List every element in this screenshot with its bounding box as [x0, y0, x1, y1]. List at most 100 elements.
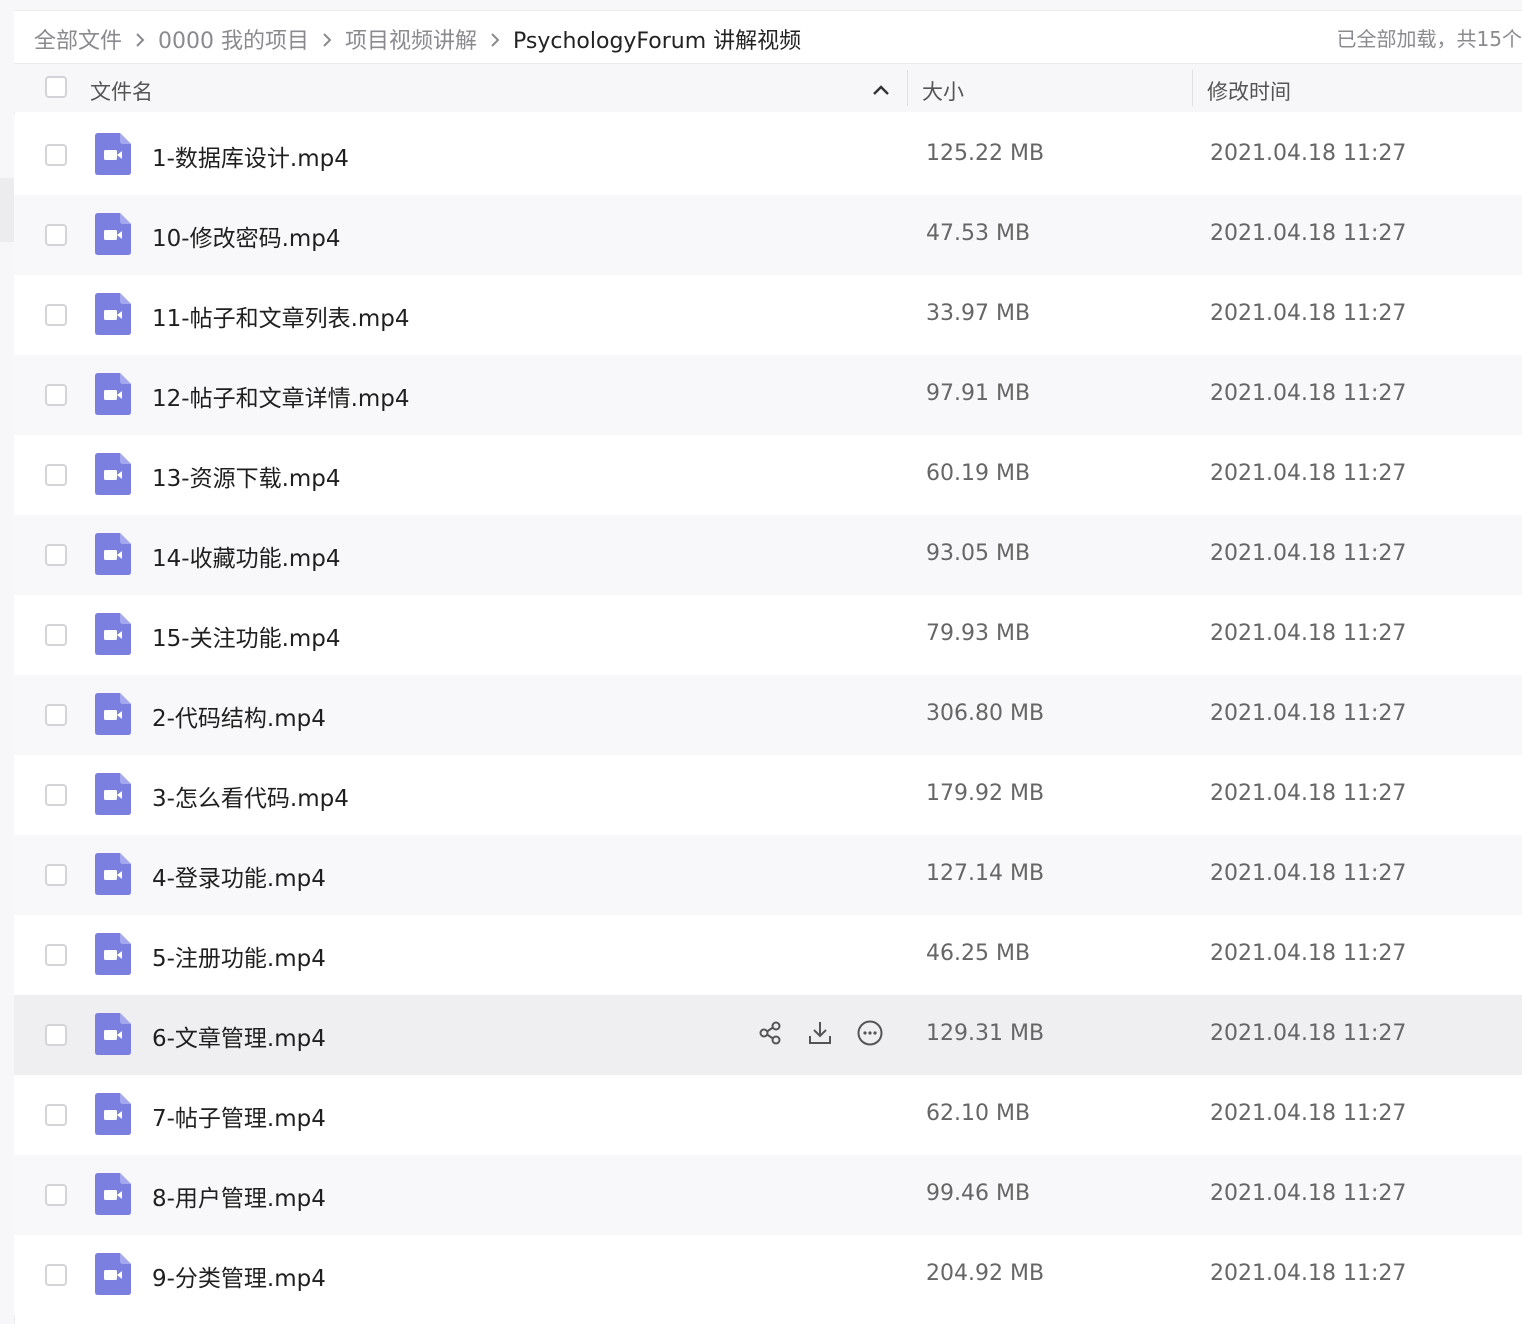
row-checkbox[interactable] [45, 784, 67, 806]
file-name[interactable]: 13-资源下载.mp4 [152, 459, 341, 493]
file-name[interactable]: 7-帖子管理.mp4 [152, 1099, 326, 1133]
column-header-size[interactable]: 大小 [922, 76, 964, 106]
breadcrumb-bar: 全部文件 0000 我的项目 项目视频讲解 PsychologyForum 讲解… [14, 11, 1522, 64]
table-row[interactable]: 11-帖子和文章列表.mp4 33.97 MB 2021.04.18 11:27 [14, 275, 1522, 355]
table-row[interactable]: 6-文章管理.mp4 129.31 MB 2021.04.18 11:27 [14, 995, 1522, 1075]
file-size: 306.80 MB [926, 701, 1045, 726]
row-checkbox[interactable] [45, 944, 67, 966]
row-checkbox[interactable] [45, 1024, 67, 1046]
file-modified-time: 2021.04.18 11:27 [1210, 1261, 1407, 1286]
file-name[interactable]: 3-怎么看代码.mp4 [152, 779, 349, 813]
video-file-icon [95, 933, 131, 975]
chevron-right-icon [122, 27, 158, 52]
download-icon[interactable] [806, 1019, 834, 1047]
file-modified-time: 2021.04.18 11:27 [1210, 941, 1407, 966]
table-row[interactable]: 13-资源下载.mp4 60.19 MB 2021.04.18 11:27 [14, 435, 1522, 515]
share-icon[interactable] [756, 1019, 784, 1047]
column-divider[interactable] [907, 70, 908, 106]
file-name[interactable]: 15-关注功能.mp4 [152, 619, 341, 653]
row-checkbox[interactable] [45, 624, 67, 646]
row-checkbox[interactable] [45, 144, 67, 166]
file-modified-time: 2021.04.18 11:27 [1210, 541, 1407, 566]
file-modified-time: 2021.04.18 11:27 [1210, 141, 1407, 166]
table-row[interactable]: 2-代码结构.mp4 306.80 MB 2021.04.18 11:27 [14, 675, 1522, 755]
table-row[interactable]: 15-关注功能.mp4 79.93 MB 2021.04.18 11:27 [14, 595, 1522, 675]
file-name[interactable]: 8-用户管理.mp4 [152, 1179, 326, 1213]
video-file-icon [95, 773, 131, 815]
video-file-icon [95, 133, 131, 175]
file-name[interactable]: 2-代码结构.mp4 [152, 699, 326, 733]
load-status: 已全部加载，共15个 [1336, 27, 1522, 51]
table-row[interactable]: 4-登录功能.mp4 127.14 MB 2021.04.18 11:27 [14, 835, 1522, 915]
row-checkbox[interactable] [45, 464, 67, 486]
table-row[interactable]: 9-分类管理.mp4 204.92 MB 2021.04.18 11:27 [14, 1235, 1522, 1315]
table-row[interactable]: 10-修改密码.mp4 47.53 MB 2021.04.18 11:27 [14, 195, 1522, 275]
file-modified-time: 2021.04.18 11:27 [1210, 861, 1407, 886]
file-size: 79.93 MB [926, 621, 1031, 646]
table-row[interactable]: 1-数据库设计.mp4 125.22 MB 2021.04.18 11:27 [14, 115, 1522, 195]
file-modified-time: 2021.04.18 11:27 [1210, 621, 1407, 646]
file-name[interactable]: 1-数据库设计.mp4 [152, 139, 349, 173]
video-file-icon [95, 693, 131, 735]
file-modified-time: 2021.04.18 11:27 [1210, 1021, 1407, 1046]
select-all-checkbox[interactable] [45, 76, 67, 98]
file-size: 47.53 MB [926, 221, 1031, 246]
row-checkbox[interactable] [45, 304, 67, 326]
table-row[interactable]: 14-收藏功能.mp4 93.05 MB 2021.04.18 11:27 [14, 515, 1522, 595]
video-file-icon [95, 453, 131, 495]
file-name[interactable]: 5-注册功能.mp4 [152, 939, 326, 973]
video-file-icon [95, 613, 131, 655]
table-row[interactable]: 12-帖子和文章详情.mp4 97.91 MB 2021.04.18 11:27 [14, 355, 1522, 435]
column-header-modified[interactable]: 修改时间 [1207, 76, 1291, 106]
file-size: 127.14 MB [926, 861, 1045, 886]
more-icon[interactable] [856, 1019, 884, 1047]
row-checkbox[interactable] [45, 1104, 67, 1126]
file-name[interactable]: 14-收藏功能.mp4 [152, 539, 341, 573]
file-modified-time: 2021.04.18 11:27 [1210, 701, 1407, 726]
chevron-up-icon[interactable] [872, 78, 890, 102]
breadcrumb: 全部文件 0000 我的项目 项目视频讲解 PsychologyForum 讲解… [34, 23, 801, 55]
table-row[interactable]: 7-帖子管理.mp4 62.10 MB 2021.04.18 11:27 [14, 1075, 1522, 1155]
file-name[interactable]: 4-登录功能.mp4 [152, 859, 326, 893]
row-checkbox[interactable] [45, 1264, 67, 1286]
file-name[interactable]: 12-帖子和文章详情.mp4 [152, 379, 410, 413]
row-checkbox[interactable] [45, 384, 67, 406]
file-modified-time: 2021.04.18 11:27 [1210, 221, 1407, 246]
file-name[interactable]: 11-帖子和文章列表.mp4 [152, 299, 410, 333]
column-divider[interactable] [1192, 70, 1193, 106]
row-checkbox[interactable] [45, 544, 67, 566]
file-size: 93.05 MB [926, 541, 1031, 566]
file-size: 33.97 MB [926, 301, 1031, 326]
table-row[interactable]: 3-怎么看代码.mp4 179.92 MB 2021.04.18 11:27 [14, 755, 1522, 835]
row-checkbox[interactable] [45, 704, 67, 726]
file-size: 125.22 MB [926, 141, 1045, 166]
breadcrumb-item-all-files[interactable]: 全部文件 [34, 23, 122, 55]
file-size: 46.25 MB [926, 941, 1031, 966]
video-file-icon [95, 533, 131, 575]
chevron-right-icon [309, 27, 345, 52]
breadcrumb-item-project-videos[interactable]: 项目视频讲解 [345, 23, 477, 55]
row-checkbox[interactable] [45, 1184, 67, 1206]
row-checkbox[interactable] [45, 224, 67, 246]
table-row[interactable]: 8-用户管理.mp4 99.46 MB 2021.04.18 11:27 [14, 1155, 1522, 1235]
file-size: 179.92 MB [926, 781, 1045, 806]
video-file-icon [95, 853, 131, 895]
top-edge [14, 0, 1522, 11]
file-name[interactable]: 10-修改密码.mp4 [152, 219, 341, 253]
file-name[interactable]: 9-分类管理.mp4 [152, 1259, 326, 1293]
sidebar-selected-item[interactable] [0, 178, 14, 242]
column-header-name[interactable]: 文件名 [90, 76, 153, 106]
video-file-icon [95, 1013, 131, 1055]
row-checkbox[interactable] [45, 864, 67, 886]
table-row[interactable]: 5-注册功能.mp4 46.25 MB 2021.04.18 11:27 [14, 915, 1522, 995]
breadcrumb-item-current-folder: PsychologyForum 讲解视频 [513, 29, 802, 54]
left-sidebar-edge [0, 0, 15, 1324]
file-modified-time: 2021.04.18 11:27 [1210, 1181, 1407, 1206]
table-header: 文件名 大小 修改时间 [14, 64, 1522, 112]
row-actions [756, 1019, 884, 1047]
breadcrumb-item-my-projects[interactable]: 0000 我的项目 [158, 23, 309, 55]
file-name[interactable]: 6-文章管理.mp4 [152, 1019, 326, 1053]
file-modified-time: 2021.04.18 11:27 [1210, 1101, 1407, 1126]
file-size: 204.92 MB [926, 1261, 1045, 1286]
file-size: 60.19 MB [926, 461, 1031, 486]
